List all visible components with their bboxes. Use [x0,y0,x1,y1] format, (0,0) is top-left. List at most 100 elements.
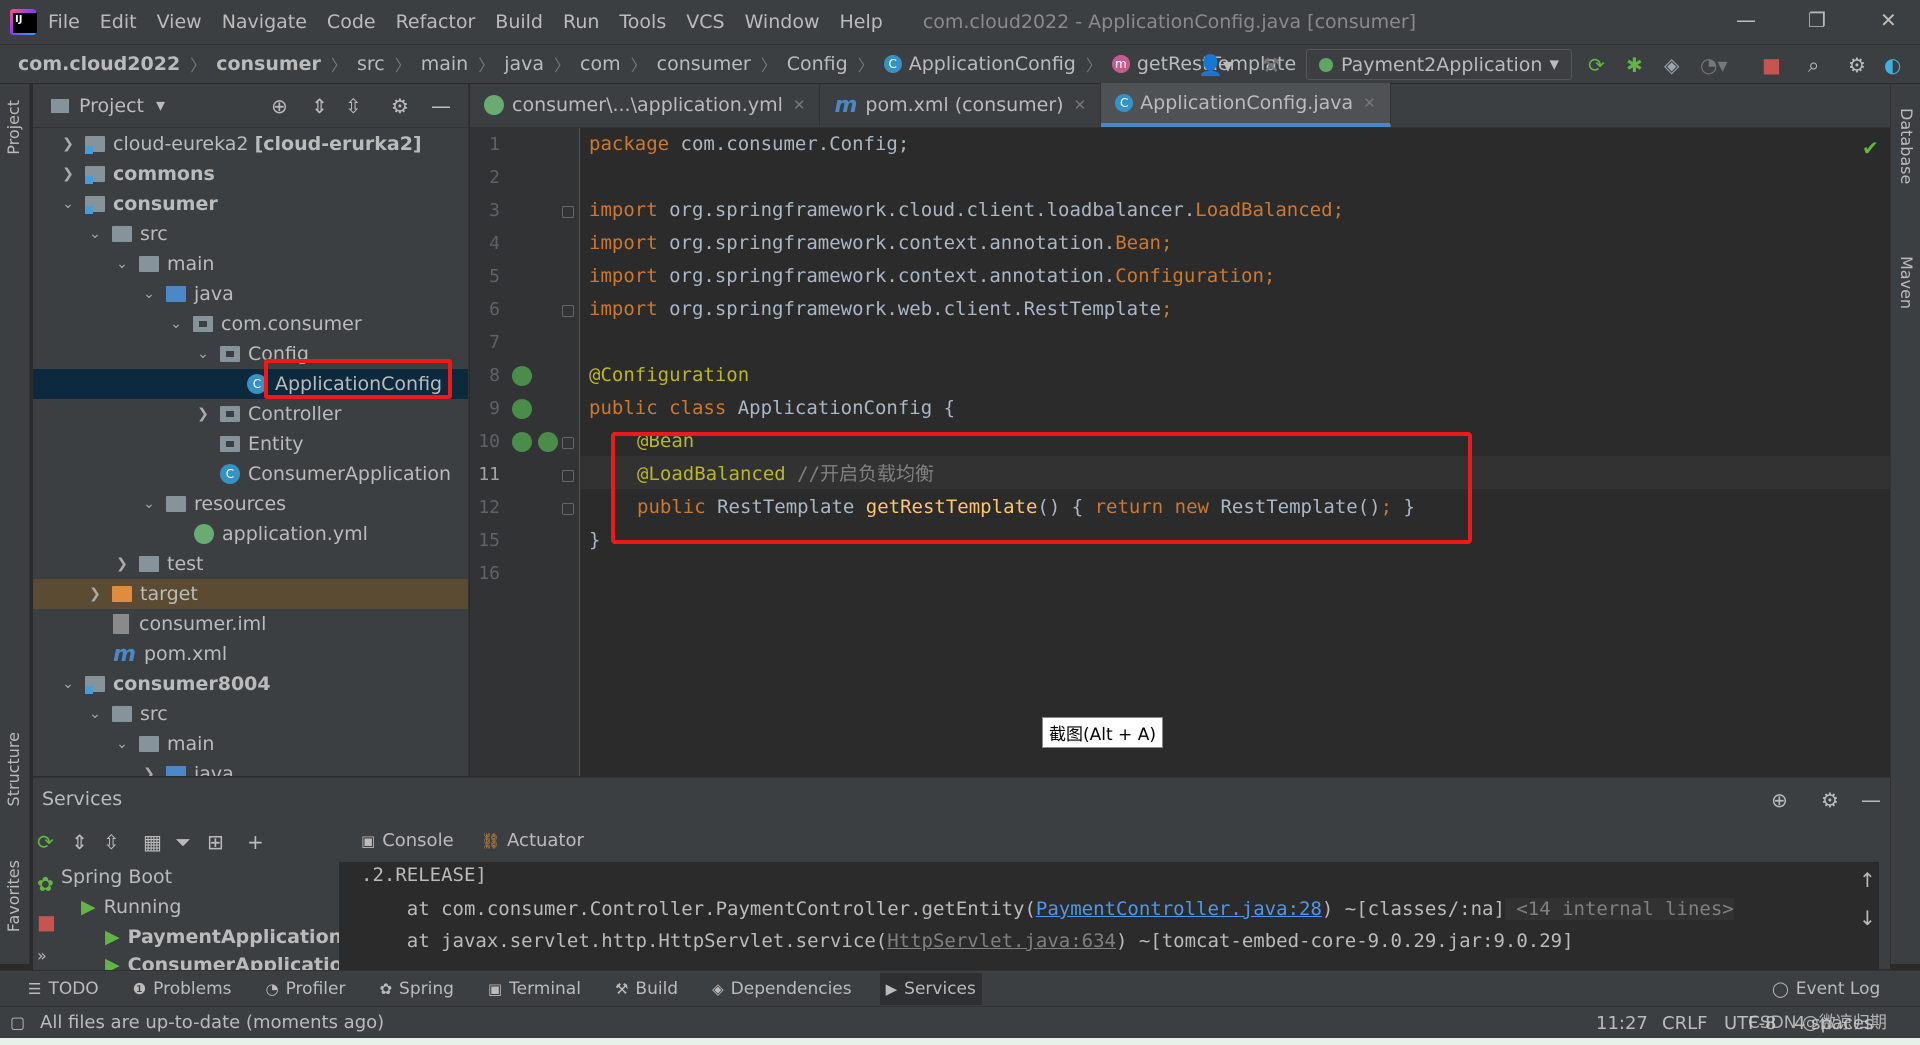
tree-item-commons[interactable]: ❯ commons [33,159,468,189]
breadcrumb-config[interactable]: Config [787,53,848,75]
collapse-all-icon[interactable]: ⇳ [103,830,120,854]
menu-navigate[interactable]: Navigate [222,11,307,33]
chevron-right-icon[interactable]: ❯ [86,586,104,602]
tree-item-consumer[interactable]: ⌄ consumer [33,189,468,219]
hammer-icon[interactable]: ⚒ [1262,53,1280,77]
chevron-right-icon[interactable]: ❯ [140,766,158,776]
chevron-right-icon[interactable]: ❯ [113,556,131,572]
chevron-down-icon[interactable]: ⌄ [59,676,77,692]
debug-icon[interactable]: ✱ [1626,53,1643,77]
tab-problems[interactable]: ❶ Problems [127,973,238,1005]
add-icon[interactable]: + [247,830,264,854]
line-separator[interactable]: CRLF [1662,1013,1707,1034]
tab-actuator[interactable]: ⛓ Actuator [481,830,584,851]
tab-console[interactable]: ▣ Console [361,830,454,851]
fold-icon[interactable] [562,503,574,515]
expand-all-icon[interactable]: ⇕ [71,830,88,854]
tab-event-log[interactable]: ◯ Event Log [1766,973,1886,1005]
tree-item-target[interactable]: ❯ target [33,579,468,609]
tree-item-pom-xml[interactable]: m pom.xml [33,639,468,669]
run-configuration-select[interactable]: Payment2Application [1306,49,1572,80]
breadcrumb-main[interactable]: main [421,53,468,75]
structure-side-tab[interactable]: Structure [4,732,23,806]
group-icon[interactable]: ▦ [143,830,162,854]
project-view-selector[interactable]: Project [79,95,144,117]
tree-item-consumer-application[interactable]: C ConsumerApplication [33,459,468,489]
chevron-right-icon[interactable]: ❯ [59,136,77,152]
chevron-down-icon[interactable]: ⌄ [194,346,212,362]
fold-icon[interactable] [562,305,574,317]
tree-item-test[interactable]: ❯ test [33,549,468,579]
service-consumer-application[interactable]: ▶ ConsumerApplication [105,954,356,970]
tree-item-controller[interactable]: ❯ Controller [33,399,468,429]
chevron-right-icon[interactable]: ❯ [194,406,212,422]
restore-icon[interactable]: ❐ [1808,8,1826,32]
plugin-icon[interactable]: ◐ [1884,53,1901,77]
breadcrumb-consumer[interactable]: consumer [657,53,751,75]
tab-spring[interactable]: ✿ Spring [373,973,459,1005]
minimize-icon[interactable]: — [1736,8,1756,32]
stop-icon[interactable]: ■ [37,910,56,934]
tree-item-application-yml[interactable]: application.yml [33,519,468,549]
locate-icon[interactable]: ⊕ [1771,788,1788,812]
spring-bean-gutter-icon[interactable] [512,399,532,419]
menu-file[interactable]: File [48,11,80,33]
arrow-up-icon[interactable]: ↑ [1859,868,1876,892]
hide-icon[interactable]: — [431,94,451,118]
close-icon[interactable]: ✕ [1880,8,1897,32]
chevron-right-icon[interactable]: ❯ [59,166,77,182]
chevron-down-icon[interactable]: ⌄ [140,496,158,512]
menu-edit[interactable]: Edit [100,11,137,33]
tree-item-src[interactable]: ⌄ src [33,219,468,249]
refresh-icon[interactable]: ⟳ [37,830,54,854]
menu-build[interactable]: Build [495,11,543,33]
service-running[interactable]: ▶ Running [81,896,181,918]
profiler-icon[interactable]: ◔▾ [1700,53,1728,77]
menu-run[interactable]: Run [563,11,599,33]
service-payment-application[interactable]: ▶PaymentApplication [c [105,926,367,948]
breadcrumb-java[interactable]: java [504,53,544,75]
tab-todo[interactable]: ☰ TODO [22,973,105,1005]
chevron-down-icon[interactable]: ⌄ [113,736,131,752]
console-output[interactable]: .2.RELEASE] at com.consumer.Controller.P… [339,862,1879,970]
collapse-all-icon[interactable]: ⇳ [345,94,362,118]
tab-dependencies[interactable]: ◈ Dependencies [706,973,858,1005]
more-icon[interactable]: » [37,946,47,965]
chevron-down-icon[interactable]: ⌄ [113,256,131,272]
tree-item-main[interactable]: ⌄ main [33,249,468,279]
menu-help[interactable]: Help [839,11,882,33]
gear-icon[interactable]: ⚙ [1848,53,1866,77]
menu-vcs[interactable]: VCS [686,11,724,33]
breadcrumb-class[interactable]: C ApplicationConfig [883,53,1076,75]
spring-bean-gutter-icon[interactable] [512,366,532,386]
tab-application-yml[interactable]: consumer\...\application.yml ✕ [470,83,821,127]
maven-side-tab[interactable]: Maven [1897,256,1916,309]
chevron-down-icon[interactable]: ⌄ [86,706,104,722]
spring-bean-gutter-icon[interactable] [512,432,532,452]
tab-build[interactable]: ⚒ Build [609,973,684,1005]
arrow-down-icon[interactable]: ↓ [1859,906,1876,930]
tab-services[interactable]: ▶ Services [879,972,982,1005]
chevron-down-icon[interactable]: ⌄ [86,226,104,242]
menu-code[interactable]: Code [327,11,376,33]
fold-icon[interactable] [562,437,574,449]
tree-item-com-consumer[interactable]: ⌄ com.consumer [33,309,468,339]
hide-icon[interactable]: — [1861,788,1881,812]
chevron-down-icon[interactable]: ⌄ [167,316,185,332]
tree-item-java[interactable]: ❯ java [33,759,468,776]
user-icon[interactable]: 👤▾ [1198,53,1233,77]
tree-item-java[interactable]: ⌄ java [33,279,468,309]
tree-item-entity[interactable]: Entity [33,429,468,459]
layout-icon[interactable]: ▢ [10,1013,25,1032]
menu-refactor[interactable]: Refactor [396,11,476,33]
tree-item-consumer8004[interactable]: ⌄ consumer8004 [33,669,468,699]
tab-terminal[interactable]: ▣ Terminal [482,973,587,1005]
fold-icon[interactable] [562,470,574,482]
locate-icon[interactable]: ⊕ [271,94,288,118]
breadcrumb-project[interactable]: com.cloud2022 [18,53,180,75]
gear-icon[interactable]: ⚙ [391,94,409,118]
filter-icon[interactable]: ⏷ [175,830,191,854]
menu-window[interactable]: Window [745,11,820,33]
tree-item-consumer-iml[interactable]: consumer.iml [33,609,468,639]
chevron-down-icon[interactable]: ⌄ [140,286,158,302]
